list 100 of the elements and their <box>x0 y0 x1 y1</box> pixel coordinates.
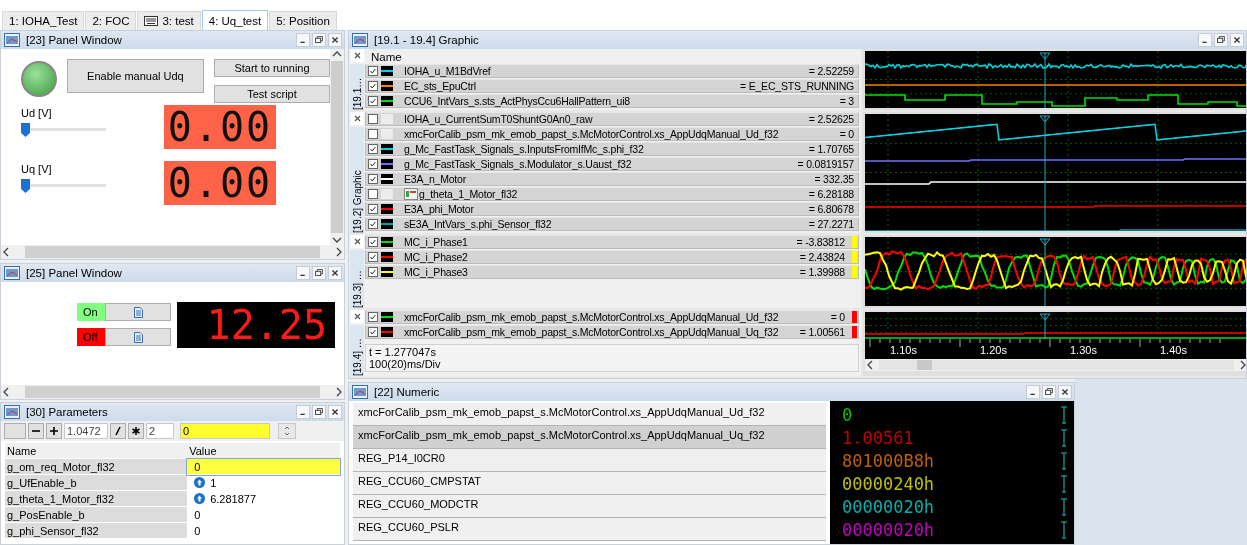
signal-row[interactable]: IOHA_u_CurrentSumT0ShuntG0An0_raw = 2.52625 <box>365 112 859 126</box>
scroll-left-icon[interactable] <box>1 247 11 257</box>
tab[interactable]: 5: Position <box>269 11 337 30</box>
panel-button[interactable]: Test script <box>214 85 330 103</box>
minimize-icon[interactable] <box>296 266 310 280</box>
checkbox[interactable] <box>368 312 378 322</box>
checkbox[interactable] <box>368 174 378 184</box>
step-field[interactable]: 1.0472 <box>64 423 108 439</box>
restore-icon[interactable] <box>312 266 326 280</box>
minimize-icon[interactable] <box>1026 385 1040 399</box>
scroll-right-icon[interactable] <box>334 247 344 257</box>
checkbox[interactable] <box>368 66 378 76</box>
slider[interactable] <box>21 123 106 137</box>
minimize-icon[interactable] <box>1198 33 1212 47</box>
scroll-right-icon[interactable] <box>1238 360 1246 370</box>
scroll-right-icon[interactable] <box>334 387 344 397</box>
parameter-value[interactable]: 0 <box>187 458 340 475</box>
document-button[interactable] <box>105 328 171 346</box>
restore-icon[interactable] <box>312 33 326 47</box>
checkbox[interactable] <box>368 204 378 214</box>
close-icon[interactable] <box>1230 33 1244 47</box>
variable-name[interactable]: xmcForCalib_psm_mk_emob_papst_s.McMotorControl.xs_AppUdqManual_Ud_f32 <box>353 403 826 426</box>
slider[interactable] <box>21 179 106 193</box>
minimize-icon[interactable] <box>296 33 310 47</box>
variable-name[interactable]: REG_CCU60_MODCTR <box>353 495 826 518</box>
checkbox[interactable] <box>368 189 378 199</box>
scroll-left-icon[interactable] <box>865 360 875 370</box>
cursor-line[interactable] <box>1039 313 1051 339</box>
variable-name[interactable]: REG_P14_I0CR0 <box>353 449 826 472</box>
close-icon[interactable] <box>328 405 342 419</box>
variable-name[interactable]: REG_CCU60_PSLR <box>353 518 826 541</box>
signal-row[interactable]: xmcForCalib_psm_mk_emob_papst_s.McMotorControl.xs_AppUdqManual_Uq_f32 = 1.00561 <box>365 325 859 339</box>
cursor-line[interactable] <box>1039 115 1051 231</box>
signal-row[interactable]: IOHA_u_M1BdVref = 2.52259 <box>365 64 859 78</box>
signal-row[interactable]: MC_i_Phase3 = 1.39988 <box>365 265 859 279</box>
checkbox[interactable] <box>368 81 378 91</box>
arrow-up-icon[interactable] <box>194 477 206 488</box>
checkbox[interactable] <box>368 327 378 337</box>
close-icon[interactable] <box>328 266 342 280</box>
slider-thumb[interactable] <box>21 123 30 137</box>
signal-row[interactable]: g_Mc_FastTask_Signals_s.InputsFromIfMc_s.phi_f32 = 1.70765 <box>365 142 859 156</box>
restore-icon[interactable] <box>1214 33 1228 47</box>
variable-name[interactable]: xmcForCalib_psm_mk_emob_papst_s.McMotorControl.xs_AppUdqManual_Uq_f32 <box>353 426 826 449</box>
checkbox[interactable] <box>368 159 378 169</box>
minimize-icon[interactable] <box>296 405 310 419</box>
scrollbar-thumb[interactable] <box>25 386 320 398</box>
signal-row[interactable]: xmcForCalib_psm_mk_emob_papst_s.McMotorControl.xs_AppUdqManual_Ud_f32 = 0 <box>365 127 859 141</box>
enable-button[interactable]: Enable manual Udq <box>66 59 204 93</box>
signal-row[interactable]: MC_i_Phase1 = -3.83812 <box>365 235 859 249</box>
signal-row[interactable]: E3A_n_Motor = 332.35 <box>365 172 859 186</box>
checkbox[interactable] <box>368 219 378 229</box>
value-field[interactable]: 0 <box>180 423 270 439</box>
plus-icon[interactable] <box>46 423 62 439</box>
checkbox[interactable] <box>368 114 378 124</box>
close-icon[interactable] <box>350 49 364 62</box>
spin-icon[interactable] <box>278 423 296 439</box>
scroll-up-icon[interactable] <box>332 49 342 59</box>
signal-row[interactable]: EC_sts_EpuCtrl = E_EC_STS_RUNNING <box>365 79 859 93</box>
checkbox[interactable] <box>368 267 378 277</box>
scrollbar-thumb[interactable] <box>917 360 932 370</box>
scrollbar-thumb[interactable] <box>331 61 343 233</box>
cursor-line[interactable] <box>1039 52 1051 108</box>
factor-field[interactable]: 2 <box>146 423 174 439</box>
checkbox[interactable] <box>368 96 378 106</box>
close-icon[interactable] <box>328 33 342 47</box>
tab[interactable]: 3: test <box>137 11 201 30</box>
checkbox[interactable] <box>368 129 378 139</box>
checkbox[interactable] <box>368 252 378 262</box>
slider-thumb[interactable] <box>21 179 30 193</box>
restore-icon[interactable] <box>312 405 326 419</box>
panel-button[interactable]: Start to running <box>214 59 330 77</box>
checkbox[interactable] <box>368 144 378 154</box>
cursor-line[interactable] <box>1039 238 1051 306</box>
arrow-up-icon[interactable] <box>194 493 206 504</box>
scrollbar-thumb[interactable] <box>25 246 320 258</box>
signal-row[interactable]: CCU6_IntVars_s.sts_ActPhysCcu6HallPattern_ui8 = 3 <box>365 94 859 108</box>
signal-row[interactable]: E3A_phi_Motor = 6.80678 <box>365 202 859 216</box>
minus-icon[interactable] <box>28 423 44 439</box>
restore-icon[interactable] <box>1042 385 1056 399</box>
signal-name: xmcForCalib_psm_mk_emob_papst_s.McMotorControl.xs_AppUdqManual_Uq_f32 <box>404 326 780 338</box>
variable-name[interactable]: REG_CCU60_CMPSTAT <box>353 472 826 495</box>
close-icon[interactable] <box>1058 385 1072 399</box>
signal-row[interactable]: xmcForCalib_psm_mk_emob_papst_s.McMotorControl.xs_AppUdqManual_Ud_f32 = 0 <box>365 310 859 324</box>
checkbox[interactable] <box>368 237 378 247</box>
signal-row[interactable]: g_theta_1_Motor_fl32 = 6.28188 <box>365 187 859 201</box>
close-icon[interactable] <box>350 235 364 248</box>
signal-value: = 27.2271 <box>808 218 855 230</box>
divide-icon[interactable] <box>110 423 126 439</box>
scroll-down-icon[interactable] <box>332 235 342 245</box>
tab[interactable]: 1: IOHA_Test <box>2 11 85 30</box>
signal-row[interactable]: sE3A_IntVars_s.phi_Sensor_fl32 = 27.2271 <box>365 217 859 231</box>
tab[interactable]: 2: FOC <box>85 11 137 30</box>
multiply-icon[interactable] <box>128 423 144 439</box>
signal-row[interactable]: g_Mc_FastTask_Signals_s.Modulator_s.Uaust_f32 = 0.0819157 <box>365 157 859 171</box>
tab[interactable]: 4: Uq_test <box>201 10 269 30</box>
close-icon[interactable] <box>350 112 364 125</box>
signal-row[interactable]: MC_i_Phase2 = 2.43824 <box>365 250 859 264</box>
close-icon[interactable] <box>350 310 364 323</box>
document-button[interactable] <box>105 303 171 321</box>
scroll-left-icon[interactable] <box>1 387 11 397</box>
